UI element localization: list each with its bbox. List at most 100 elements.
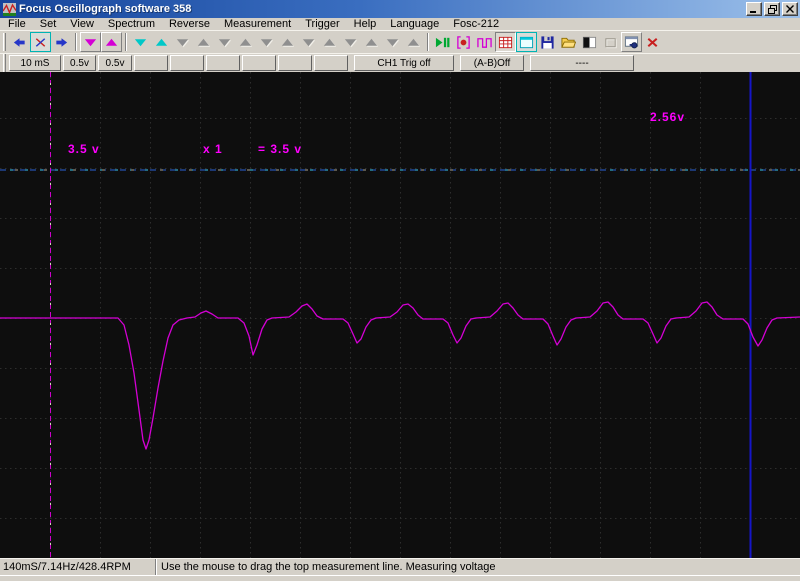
ab-mode-box-value: (A-B)Off — [473, 57, 511, 69]
menu-item-view[interactable]: View — [63, 18, 101, 30]
window-view-button[interactable] — [516, 32, 537, 52]
aux5-scale-down-button — [340, 32, 361, 52]
contrast-icon — [582, 35, 597, 50]
floppy-disk-icon — [540, 35, 555, 50]
arrow-left-icon — [12, 35, 27, 50]
triangle-up-icon — [280, 35, 295, 50]
ch2-scale-up-button[interactable] — [151, 32, 172, 52]
empty-box-5[interactable] — [278, 55, 312, 71]
ch2-volts-box[interactable]: 0.5v — [98, 55, 132, 71]
cursor-cross-button[interactable] — [30, 32, 51, 52]
x-marker-icon — [33, 35, 48, 50]
menu-item-spectrum[interactable]: Spectrum — [101, 18, 162, 30]
grid-toggle-button[interactable] — [495, 32, 516, 52]
red-x-icon — [645, 35, 660, 50]
jump-left-button[interactable] — [9, 32, 30, 52]
aux1-scale-up-button — [193, 32, 214, 52]
empty-box-6[interactable] — [314, 55, 348, 71]
app-window: Focus Oscillograph software 358 File Set V… — [0, 0, 800, 581]
waveform-trace — [0, 301, 800, 450]
status-measurements: 140mS/7.14Hz/428.4RPM — [0, 559, 156, 575]
window-bottom-edge — [0, 575, 800, 581]
trigger-status-box-value: CH1 Trig off — [377, 57, 431, 69]
extra-status-box-value: ---- — [575, 57, 589, 69]
menubar: File Set View Spectrum Reverse Measurement Tri… — [0, 18, 800, 30]
triangle-down-icon — [217, 35, 232, 50]
empty-box-3[interactable] — [206, 55, 240, 71]
ch1-volts-box[interactable]: 0.5v — [63, 55, 96, 71]
empty-box-4[interactable] — [242, 55, 276, 71]
aux2-scale-down-button — [214, 32, 235, 52]
save-button[interactable] — [537, 32, 558, 52]
red-grid-icon — [498, 35, 513, 50]
empty-box-2[interactable] — [170, 55, 204, 71]
aux3-scale-up-button — [277, 32, 298, 52]
record-at-icon — [456, 35, 471, 50]
cursor-voltage-label: 2.56v — [650, 110, 686, 124]
ch1-scale-down-button[interactable] — [80, 32, 101, 52]
menu-item-set[interactable]: Set — [33, 18, 64, 30]
menu-item-measurement[interactable]: Measurement — [217, 18, 298, 30]
app-icon — [2, 2, 17, 16]
window-title: Focus Oscillograph software 358 — [19, 3, 192, 15]
ch2-scale-down-button[interactable] — [130, 32, 151, 52]
oscilloscope-display[interactable]: 3.5 v x 1 = 3.5 v 2.56v — [0, 72, 800, 558]
trigger-status-box[interactable]: CH1 Trig off — [354, 55, 454, 71]
triangle-up-icon — [196, 35, 211, 50]
play-pause-icon — [435, 35, 450, 50]
timebase-box-value: 10 mS — [20, 57, 50, 69]
triangle-up-icon — [154, 35, 169, 50]
toolbar-separator — [75, 33, 77, 51]
scope-canvas — [0, 72, 800, 558]
triangle-up-icon — [364, 35, 379, 50]
triangle-down-icon — [385, 35, 400, 50]
triangle-down-icon — [343, 35, 358, 50]
triangle-down-icon — [83, 35, 98, 50]
aux4-scale-down-button — [298, 32, 319, 52]
toolbar-grip[interactable] — [3, 54, 6, 72]
aux6-scale-down-button — [382, 32, 403, 52]
open-button[interactable] — [558, 32, 579, 52]
triangle-up-icon — [238, 35, 253, 50]
menu-item-reverse[interactable]: Reverse — [162, 18, 217, 30]
open-folder-icon — [561, 35, 576, 50]
triangle-down-icon — [301, 35, 316, 50]
record-button[interactable] — [453, 32, 474, 52]
close-button[interactable] — [782, 2, 798, 16]
cyan-window-icon — [519, 35, 534, 50]
restore-button[interactable] — [764, 2, 780, 16]
aux1-scale-down-button — [172, 32, 193, 52]
extra-status-box[interactable]: ---- — [530, 55, 634, 71]
arrow-right-icon — [54, 35, 69, 50]
aux3-scale-down-button — [256, 32, 277, 52]
blank-button — [600, 32, 621, 52]
menu-item-language[interactable]: Language — [383, 18, 446, 30]
result-voltage-label: = 3.5 v — [258, 142, 303, 156]
snapshot-button[interactable] — [621, 32, 642, 52]
toolbar-grip[interactable] — [3, 33, 6, 51]
menu-item-trigger[interactable]: Trigger — [298, 18, 346, 30]
triangle-down-icon — [175, 35, 190, 50]
invert-display-button[interactable] — [579, 32, 600, 52]
status-message: Use the mouse to drag the top measuremen… — [161, 561, 496, 573]
ch1-scale-up-button[interactable] — [101, 32, 122, 52]
snapshot-window-icon — [624, 35, 639, 50]
jump-right-button[interactable] — [51, 32, 72, 52]
minimize-button[interactable] — [746, 2, 762, 16]
triangle-up-icon — [322, 35, 337, 50]
ab-mode-box[interactable]: (A-B)Off — [460, 55, 524, 71]
delete-trace-button[interactable] — [642, 32, 663, 52]
blank-frame-icon — [603, 35, 618, 50]
triangle-down-icon — [133, 35, 148, 50]
empty-box-1[interactable] — [134, 55, 168, 71]
statusbar: 140mS/7.14Hz/428.4RPM Use the mouse to d… — [0, 558, 800, 575]
square-wave-button[interactable] — [474, 32, 495, 52]
menu-item-file[interactable]: File — [1, 18, 33, 30]
aux2-scale-up-button — [235, 32, 256, 52]
timebase-box[interactable]: 10 mS — [9, 55, 61, 71]
menu-item-fosc-212[interactable]: Fosc-212 — [446, 18, 506, 30]
run-pause-button[interactable] — [432, 32, 453, 52]
square-wave-icon — [477, 35, 492, 50]
toolbar-separator — [427, 33, 429, 51]
menu-item-help[interactable]: Help — [347, 18, 384, 30]
